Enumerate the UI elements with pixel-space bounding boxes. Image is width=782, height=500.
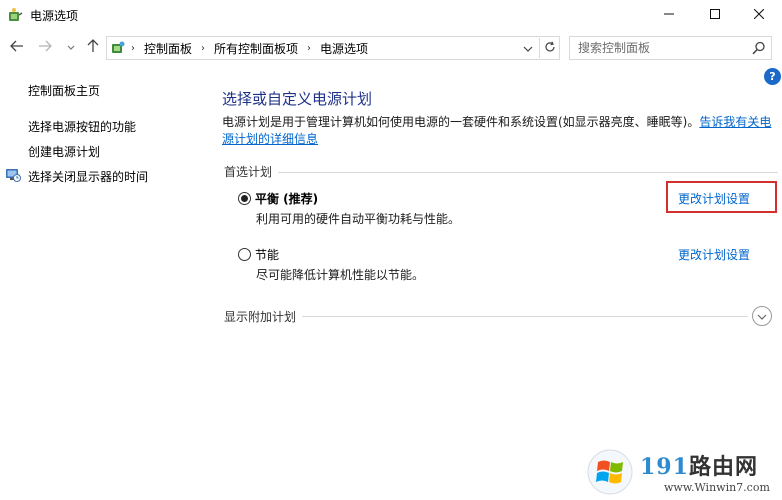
- title-bar: 电源选项: [0, 0, 782, 30]
- radio-power-saver[interactable]: [238, 248, 251, 261]
- chevron-down-icon: [67, 40, 75, 54]
- minimize-button[interactable]: [646, 0, 692, 30]
- breadcrumb-control-panel[interactable]: 控制面板: [144, 40, 192, 57]
- back-button[interactable]: [8, 38, 26, 56]
- breadcrumb-sep-icon: ›: [307, 42, 312, 54]
- breadcrumb: › 控制面板 › 所有控制面板项 › 电源选项: [131, 37, 368, 59]
- chevron-down-icon: [757, 309, 767, 323]
- plan-name-balanced[interactable]: 平衡 (推荐): [255, 190, 318, 207]
- refresh-icon: [544, 41, 556, 56]
- watermark-url: www.Winwin7.com: [664, 481, 770, 494]
- navigation-bar: › 控制面板 › 所有控制面板项 › 电源选项: [0, 32, 782, 62]
- refresh-button[interactable]: [539, 38, 559, 58]
- search-box[interactable]: [569, 36, 772, 60]
- arrow-right-icon: [38, 40, 52, 55]
- description-text: 电源计划是用于管理计算机如何使用电源的一套硬件和系统设置(如显示器亮度、睡眠等)…: [222, 115, 700, 129]
- sidebar-item-display-off[interactable]: 选择关闭显示器的时间: [28, 168, 148, 185]
- forward-button[interactable]: [36, 38, 54, 56]
- sidebar-item-create-plan[interactable]: 创建电源计划: [28, 143, 100, 160]
- preferred-plans-label: 首选计划: [224, 163, 279, 180]
- chevron-down-icon: [523, 41, 533, 55]
- arrow-up-icon: [87, 38, 99, 56]
- radio-balanced[interactable]: [238, 192, 251, 205]
- plan-desc-power-saver: 尽可能降低计算机性能以节能。: [256, 268, 425, 282]
- section-divider: [224, 172, 778, 173]
- breadcrumb-all-items[interactable]: 所有控制面板项: [214, 40, 298, 57]
- window-title: 电源选项: [30, 9, 79, 23]
- minimize-icon: [664, 8, 674, 22]
- watermark-brand-number: 191: [640, 454, 689, 480]
- expand-additional-plans-button[interactable]: [752, 306, 772, 326]
- recent-locations-button[interactable]: [62, 38, 80, 56]
- close-button[interactable]: [736, 0, 782, 30]
- plan-desc-balanced: 利用可用的硬件自动平衡功耗与性能。: [256, 212, 461, 226]
- watermark-brand-text: 路由网: [688, 454, 758, 480]
- watermark-brand: 191路由网: [640, 449, 758, 481]
- change-plan-settings-power-saver[interactable]: 更改计划设置: [678, 246, 750, 263]
- up-button[interactable]: [84, 38, 102, 56]
- page-title: 选择或自定义电源计划: [222, 90, 373, 108]
- sidebar-home-link[interactable]: 控制面板主页: [28, 82, 100, 99]
- plan-name-power-saver[interactable]: 节能: [255, 246, 279, 263]
- highlight-annotation: [666, 181, 777, 213]
- breadcrumb-power-options[interactable]: 电源选项: [320, 40, 368, 57]
- show-additional-plans-label[interactable]: 显示附加计划: [224, 308, 303, 325]
- search-input[interactable]: [578, 40, 746, 56]
- page-description: 电源计划是用于管理计算机如何使用电源的一套硬件和系统设置(如显示器亮度、睡眠等)…: [222, 114, 778, 148]
- arrow-left-icon: [10, 40, 24, 55]
- help-icon[interactable]: ?: [764, 68, 781, 85]
- sidebar-item-power-button[interactable]: 选择电源按钮的功能: [28, 118, 136, 135]
- address-bar[interactable]: › 控制面板 › 所有控制面板项 › 电源选项: [106, 36, 560, 60]
- power-options-icon: [7, 7, 23, 23]
- maximize-button[interactable]: [692, 0, 738, 30]
- control-panel-icon: [110, 40, 126, 56]
- address-dropdown-button[interactable]: [519, 40, 537, 56]
- section-divider: [224, 316, 748, 317]
- display-clock-icon: [5, 167, 21, 183]
- breadcrumb-sep-icon: ›: [201, 42, 206, 54]
- close-icon: [753, 8, 765, 22]
- search-icon[interactable]: [752, 41, 766, 55]
- breadcrumb-sep-icon: ›: [131, 42, 135, 54]
- windows-logo-watermark: [584, 446, 640, 496]
- maximize-icon: [710, 8, 720, 22]
